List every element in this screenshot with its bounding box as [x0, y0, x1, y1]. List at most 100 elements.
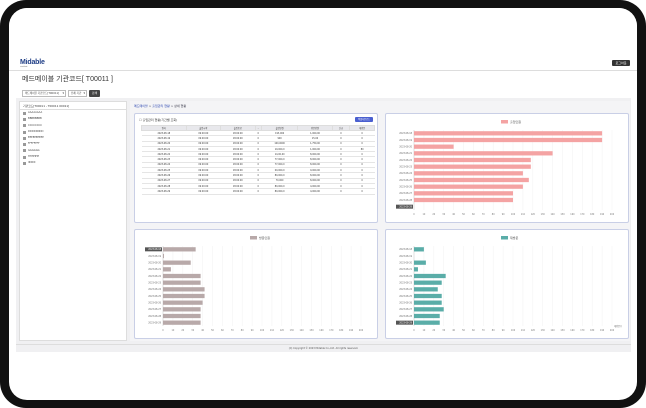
- table-row: 2023-08-29 09:00:00 18:00:00 0 80,000,0 4,000…: [141, 188, 375, 195]
- axis-note: 재방문수: [614, 324, 622, 328]
- y-tick-label: 2023-08-20: [148, 261, 161, 264]
- y-tick-label: 2023-08-23: [399, 281, 412, 284]
- y-tick-label: 2023-08-25: [399, 179, 412, 182]
- x-tick-label: 190: [600, 213, 605, 216]
- org-select[interactable]: 메드메이블 기관코드[T00011] ▾: [22, 90, 66, 97]
- bar: [163, 247, 196, 252]
- x-tick-label: 60: [472, 213, 475, 216]
- x-tick-label: 100: [511, 213, 516, 216]
- folder-icon: [23, 111, 26, 115]
- y-tick-label: 2023-08-24: [148, 288, 161, 291]
- y-tick-label: 2023-08-22: [399, 159, 412, 162]
- x-tick-label: 80: [492, 213, 495, 216]
- x-tick-label: 80: [492, 329, 495, 332]
- table-cell: 09:00:00: [186, 188, 221, 195]
- x-tick-label: 190: [600, 329, 605, 332]
- x-tick-label: 130: [541, 213, 546, 216]
- bar: [163, 273, 201, 279]
- y-tick-label: 2023-08-29: [399, 205, 412, 208]
- excel-download-button[interactable]: 엑셀다운로드: [355, 117, 373, 122]
- x-tick-label: 60: [221, 329, 224, 332]
- y-tick-label: 2023-08-18: [399, 248, 412, 251]
- y-tick-label: 2023-08-19: [399, 255, 412, 258]
- sidebar: 기관코드[T00011 - T00011 00011] AAAAAAAA BBBB…: [19, 101, 127, 341]
- x-tick-label: 200: [359, 329, 364, 332]
- breadcrumb: 메드메이블 > 출입관리 현황 > 상세 현황: [134, 104, 187, 108]
- period-select[interactable]: 전체 기간 ▾: [68, 90, 87, 97]
- legend-label: 재방문: [510, 235, 519, 240]
- bar: [163, 293, 205, 299]
- folder-icon: [23, 136, 26, 140]
- sidebar-item[interactable]: IIIIIIIIII: [20, 160, 126, 166]
- x-tick-label: 140: [300, 329, 305, 332]
- chart-card-1: 출입인원 0 10 20 30 40 50 60 70 80 90 100 110 120 130 140 15…: [385, 113, 629, 223]
- main-panel: 메드메이블 > 출입관리 현황 > 상세 현황 ☐ 출입관리 현황(기간별 조회…: [130, 101, 630, 341]
- x-tick-label: 100: [511, 329, 516, 332]
- bar: [414, 300, 442, 305]
- bar: [414, 164, 531, 169]
- y-tick-label: 2023-08-23: [399, 165, 412, 168]
- y-tick-label: 2023-08-18: [148, 248, 161, 251]
- table-cell: 18:00:00: [220, 188, 255, 195]
- chart-entries: 출입인원 0 10 20 30 40 50 60 70 80 90 100 110 120 130 140 15…: [396, 119, 615, 216]
- y-tick-label: 2023-08-24: [399, 172, 412, 175]
- bar: [414, 320, 440, 325]
- page-title: 메드메이블 기관코드[ T00011 ]: [22, 76, 113, 83]
- x-tick-label: 110: [270, 329, 275, 332]
- table-title: ☐ 출입관리 현황(기간별 조회): [139, 118, 178, 122]
- table-cell: 80,000,0: [261, 188, 298, 195]
- table-card: ☐ 출입관리 현황(기간별 조회) 엑셀다운로드 일자 출입시작 출입종료 - 출입인원…: [134, 113, 378, 223]
- x-tick-label: 160: [570, 213, 575, 216]
- x-tick-label: 20: [181, 329, 184, 332]
- y-tick-label: 2023-08-21: [148, 268, 161, 271]
- folder-icon: [23, 117, 26, 121]
- x-tick-label: 50: [462, 213, 465, 216]
- x-tick-label: 110: [521, 213, 526, 216]
- chart-card-3: 재방문 0 10 20 30 40 50 60 70 80 90 100 110 120 130 140 150…: [385, 229, 629, 339]
- x-tick-label: 20: [432, 329, 435, 332]
- bar: [163, 267, 171, 272]
- y-tick-label: 2023-08-25: [399, 295, 412, 298]
- y-tick-label: 2023-08-27: [399, 308, 412, 311]
- x-tick-label: 170: [329, 329, 334, 332]
- bar: [414, 197, 513, 203]
- sidebar-item-label: IIIIIIIIII: [28, 161, 36, 165]
- x-tick-label: 200: [610, 213, 615, 216]
- x-tick-label: 40: [452, 213, 455, 216]
- app-logo[interactable]: Midable coordinate: [20, 59, 45, 68]
- x-tick-label: 20: [432, 213, 435, 216]
- chart-visits: 방문인원 0 10 20 30 40 50 60 70 80 90 100 110 120 130 140 15…: [145, 235, 364, 332]
- y-tick-label: 2023-08-29: [399, 321, 412, 324]
- folder-icon: [23, 162, 26, 166]
- x-tick-label: 150: [560, 329, 565, 332]
- bar: [414, 137, 603, 143]
- bar: [414, 171, 523, 176]
- x-tick-label: 130: [541, 329, 546, 332]
- folder-icon: [23, 155, 26, 159]
- bar: [414, 144, 454, 149]
- footer: (C) Copyright © 2023 Midable Co.,Ltd. Al…: [16, 344, 631, 352]
- x-tick-label: 40: [452, 329, 455, 332]
- search-button[interactable]: 검색: [89, 90, 100, 97]
- bar: [414, 184, 523, 189]
- folder-icon: [23, 124, 26, 128]
- x-tick-label: 140: [551, 213, 556, 216]
- x-tick-label: 90: [502, 213, 505, 216]
- x-tick-label: 40: [201, 329, 204, 332]
- bar: [414, 177, 529, 183]
- bar: [414, 307, 444, 312]
- y-tick-label: 2023-08-22: [399, 275, 412, 278]
- x-tick-label: 30: [442, 329, 445, 332]
- y-tick-label: 2023-08-21: [399, 152, 412, 155]
- bar: [414, 273, 446, 279]
- table-cell: 4,000,00: [297, 188, 333, 195]
- bar: [163, 320, 201, 325]
- logout-button[interactable]: 로그아웃: [612, 60, 630, 66]
- header-divider: [9, 70, 637, 71]
- y-tick-label: 2023-08-19: [148, 255, 161, 258]
- y-tick-label: 2023-08-20: [399, 145, 412, 148]
- x-tick-label: 10: [423, 213, 426, 216]
- folder-icon: [23, 143, 26, 147]
- legend-label: 방문인원: [259, 235, 270, 240]
- x-tick-label: 10: [423, 329, 426, 332]
